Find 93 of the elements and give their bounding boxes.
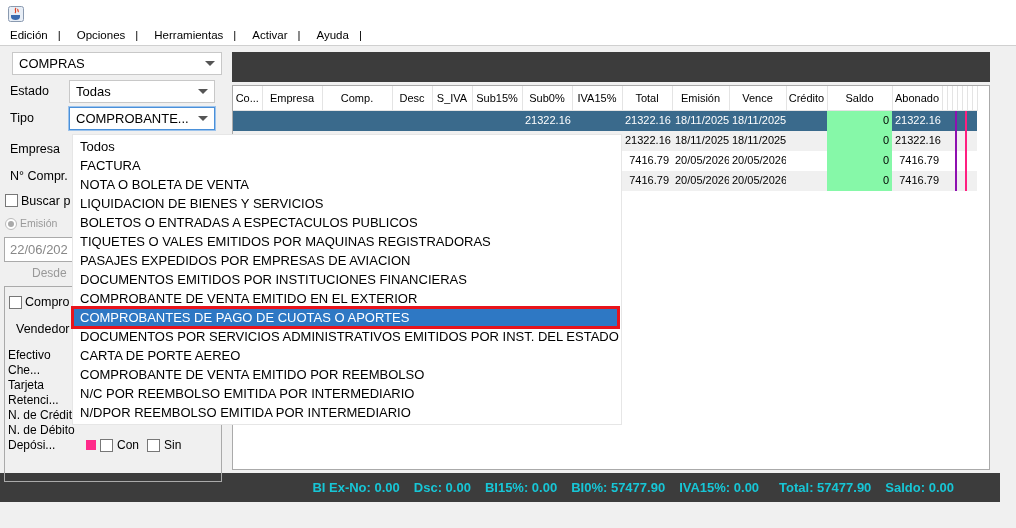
app-icon: [8, 5, 24, 22]
tipo-dropdown[interactable]: COMPROBANTE...: [69, 107, 215, 130]
table-cell: 0: [882, 174, 889, 187]
checkbox-label: Sin: [164, 438, 182, 452]
column-header[interactable]: IVA15%: [572, 86, 622, 110]
checkbox-label: Compro: [25, 294, 70, 311]
table-cell: 18/11/2025: [732, 134, 786, 147]
dropdown-arrow-icon: [198, 89, 208, 94]
menu-item[interactable]: Activar: [250, 27, 290, 45]
column-header[interactable]: S_IVA: [432, 86, 472, 110]
date-caption: Desde: [32, 265, 68, 282]
table-cell: 21322.16: [895, 114, 941, 127]
table-cell: 0: [882, 154, 889, 167]
column-header[interactable]: Empresa: [262, 86, 322, 110]
menu-separator: |: [56, 28, 62, 43]
date-field[interactable]: 22/06/202: [4, 237, 74, 262]
total-label: Dsc: 0.00: [413, 478, 471, 497]
column-header[interactable]: Abonado: [892, 86, 942, 110]
menu-item[interactable]: Opciones: [74, 27, 128, 45]
column-header[interactable]: Total: [622, 86, 672, 110]
dropdown-option[interactable]: CARTA DE PORTE AEREO: [73, 346, 618, 365]
dropdown-option[interactable]: COMPROBANTE DE VENTA EMITIDO EN EL EXTERIOR: [73, 289, 618, 308]
module-dropdown[interactable]: COMPRAS: [12, 52, 222, 75]
table-cell: 21322.16: [895, 134, 941, 147]
dropdown-option[interactable]: DOCUMENTOS EMITIDOS POR INSTITUCIONES FINANCIERAS: [73, 270, 618, 289]
payment-method: Depósi...: [8, 437, 57, 453]
menu-separator: |: [134, 28, 140, 43]
checkbox-label: Con: [117, 438, 139, 452]
dropdown-option[interactable]: COMPROBANTE DE VENTA EMITIDO POR REEMBOLSO: [73, 365, 618, 384]
payment-method: N. de Débito: [8, 422, 76, 438]
dropdown-option[interactable]: DOCUMENTOS POR SERVICIOS ADMINISTRATIVOS EMITIDOS POR INST. DEL ESTADO: [73, 327, 618, 346]
table-cell: 7416.79: [899, 154, 939, 167]
table-cell: 18/11/2025: [675, 114, 729, 127]
table-cell: 21322.16: [625, 114, 671, 127]
table-cell: 7416.79: [629, 174, 669, 187]
checkbox[interactable]: [100, 438, 113, 452]
field-label: Estado: [9, 83, 50, 101]
field-label: Empresa: [9, 141, 62, 158]
table-cell: 20/05/2026: [732, 154, 786, 167]
column-header[interactable]: Sub0%: [522, 86, 572, 110]
column-header[interactable]: Crédito: [786, 86, 827, 110]
table-cell: 20/05/2026: [732, 174, 786, 187]
checkbox-label: Buscar p: [21, 192, 71, 210]
table-cell: 18/11/2025: [675, 134, 729, 147]
menu-item[interactable]: Herramientas: [152, 27, 226, 45]
menu-separator: |: [357, 28, 363, 43]
menu-item[interactable]: Edición: [8, 27, 50, 45]
total-label: BI0%: 57477.90: [571, 478, 666, 497]
table-cell: 0: [882, 134, 889, 147]
total-label: Total: 57477.90: [779, 478, 872, 497]
column-header[interactable]: Co...: [233, 86, 262, 110]
table-cell: 7416.79: [629, 154, 669, 167]
dropdown-option[interactable]: LIQUIDACION DE BIENES Y SERVICIOS: [73, 194, 618, 213]
dropdown-option[interactable]: NOTA O BOLETA DE VENTA: [73, 175, 618, 194]
dropdown-option[interactable]: N/DPOR REEMBOLSO EMITIDA POR INTERMEDIARIO: [73, 403, 618, 422]
checkbox[interactable]: [9, 295, 22, 309]
dropdown-option[interactable]: N/C POR REEMBOLSO EMITIDA POR INTERMEDIARIO: [73, 384, 618, 403]
checkbox[interactable]: [147, 438, 160, 452]
column-header[interactable]: Sub15%: [472, 86, 522, 110]
table-cell: 0: [882, 114, 889, 127]
total-label: BI15%: 0.00: [484, 478, 558, 497]
estado-dropdown[interactable]: Todas: [69, 80, 215, 103]
field-label: Tipo: [9, 110, 35, 128]
payment-method: Retenci...: [8, 392, 60, 408]
table-cell: 18/11/2025: [732, 114, 786, 127]
column-header[interactable]: Comp.: [322, 86, 392, 110]
total-label: BI Ex-No: 0.00: [312, 478, 400, 497]
dropdown-arrow-icon: [198, 116, 208, 121]
column-header[interactable]: Desc: [392, 86, 432, 110]
field-label: N° Compr.: [9, 167, 68, 185]
total-label: IVA15%: 0.00: [679, 478, 760, 497]
radio-label: Emisión: [20, 216, 58, 232]
payment-method: Tarjeta: [8, 377, 46, 393]
total-label: Saldo: 0.00: [885, 478, 954, 497]
table-cell: 7416.79: [899, 174, 939, 187]
menu-separator: |: [296, 28, 302, 43]
dropdown-option[interactable]: BOLETOS O ENTRADAS A ESPECTACULOS PUBLICOS: [73, 213, 618, 232]
table-cell: 20/05/2026: [675, 154, 729, 167]
table-cell: 20/05/2026: [675, 174, 729, 187]
dropdown-option[interactable]: PASAJES EXPEDIDOS POR EMPRESAS DE AVIACION: [73, 251, 618, 270]
table-cell: 21322.16: [625, 134, 671, 147]
column-header[interactable]: Saldo: [827, 86, 892, 110]
table-cell: 21322.16: [525, 114, 571, 127]
checkbox[interactable]: [5, 194, 18, 208]
table-row[interactable]: 21322.16 21322.16 18/11/2025 18/11/2025 0 21322.16: [233, 110, 977, 131]
dropdown-option[interactable]: TIQUETES O VALES EMITIDOS POR MAQUINAS REGISTRADORAS: [73, 232, 618, 251]
menu-separator: |: [232, 28, 238, 43]
menu-item[interactable]: Ayuda: [314, 27, 351, 45]
dropdown-option[interactable]: COMPROBANTES DE PAGO DE CUOTAS O APORTES: [73, 308, 618, 327]
dropdown-arrow-icon: [205, 61, 215, 66]
column-header[interactable]: Vence: [729, 86, 786, 110]
column-header[interactable]: Emisión: [672, 86, 729, 110]
field-label: Vendedor: [15, 321, 70, 339]
